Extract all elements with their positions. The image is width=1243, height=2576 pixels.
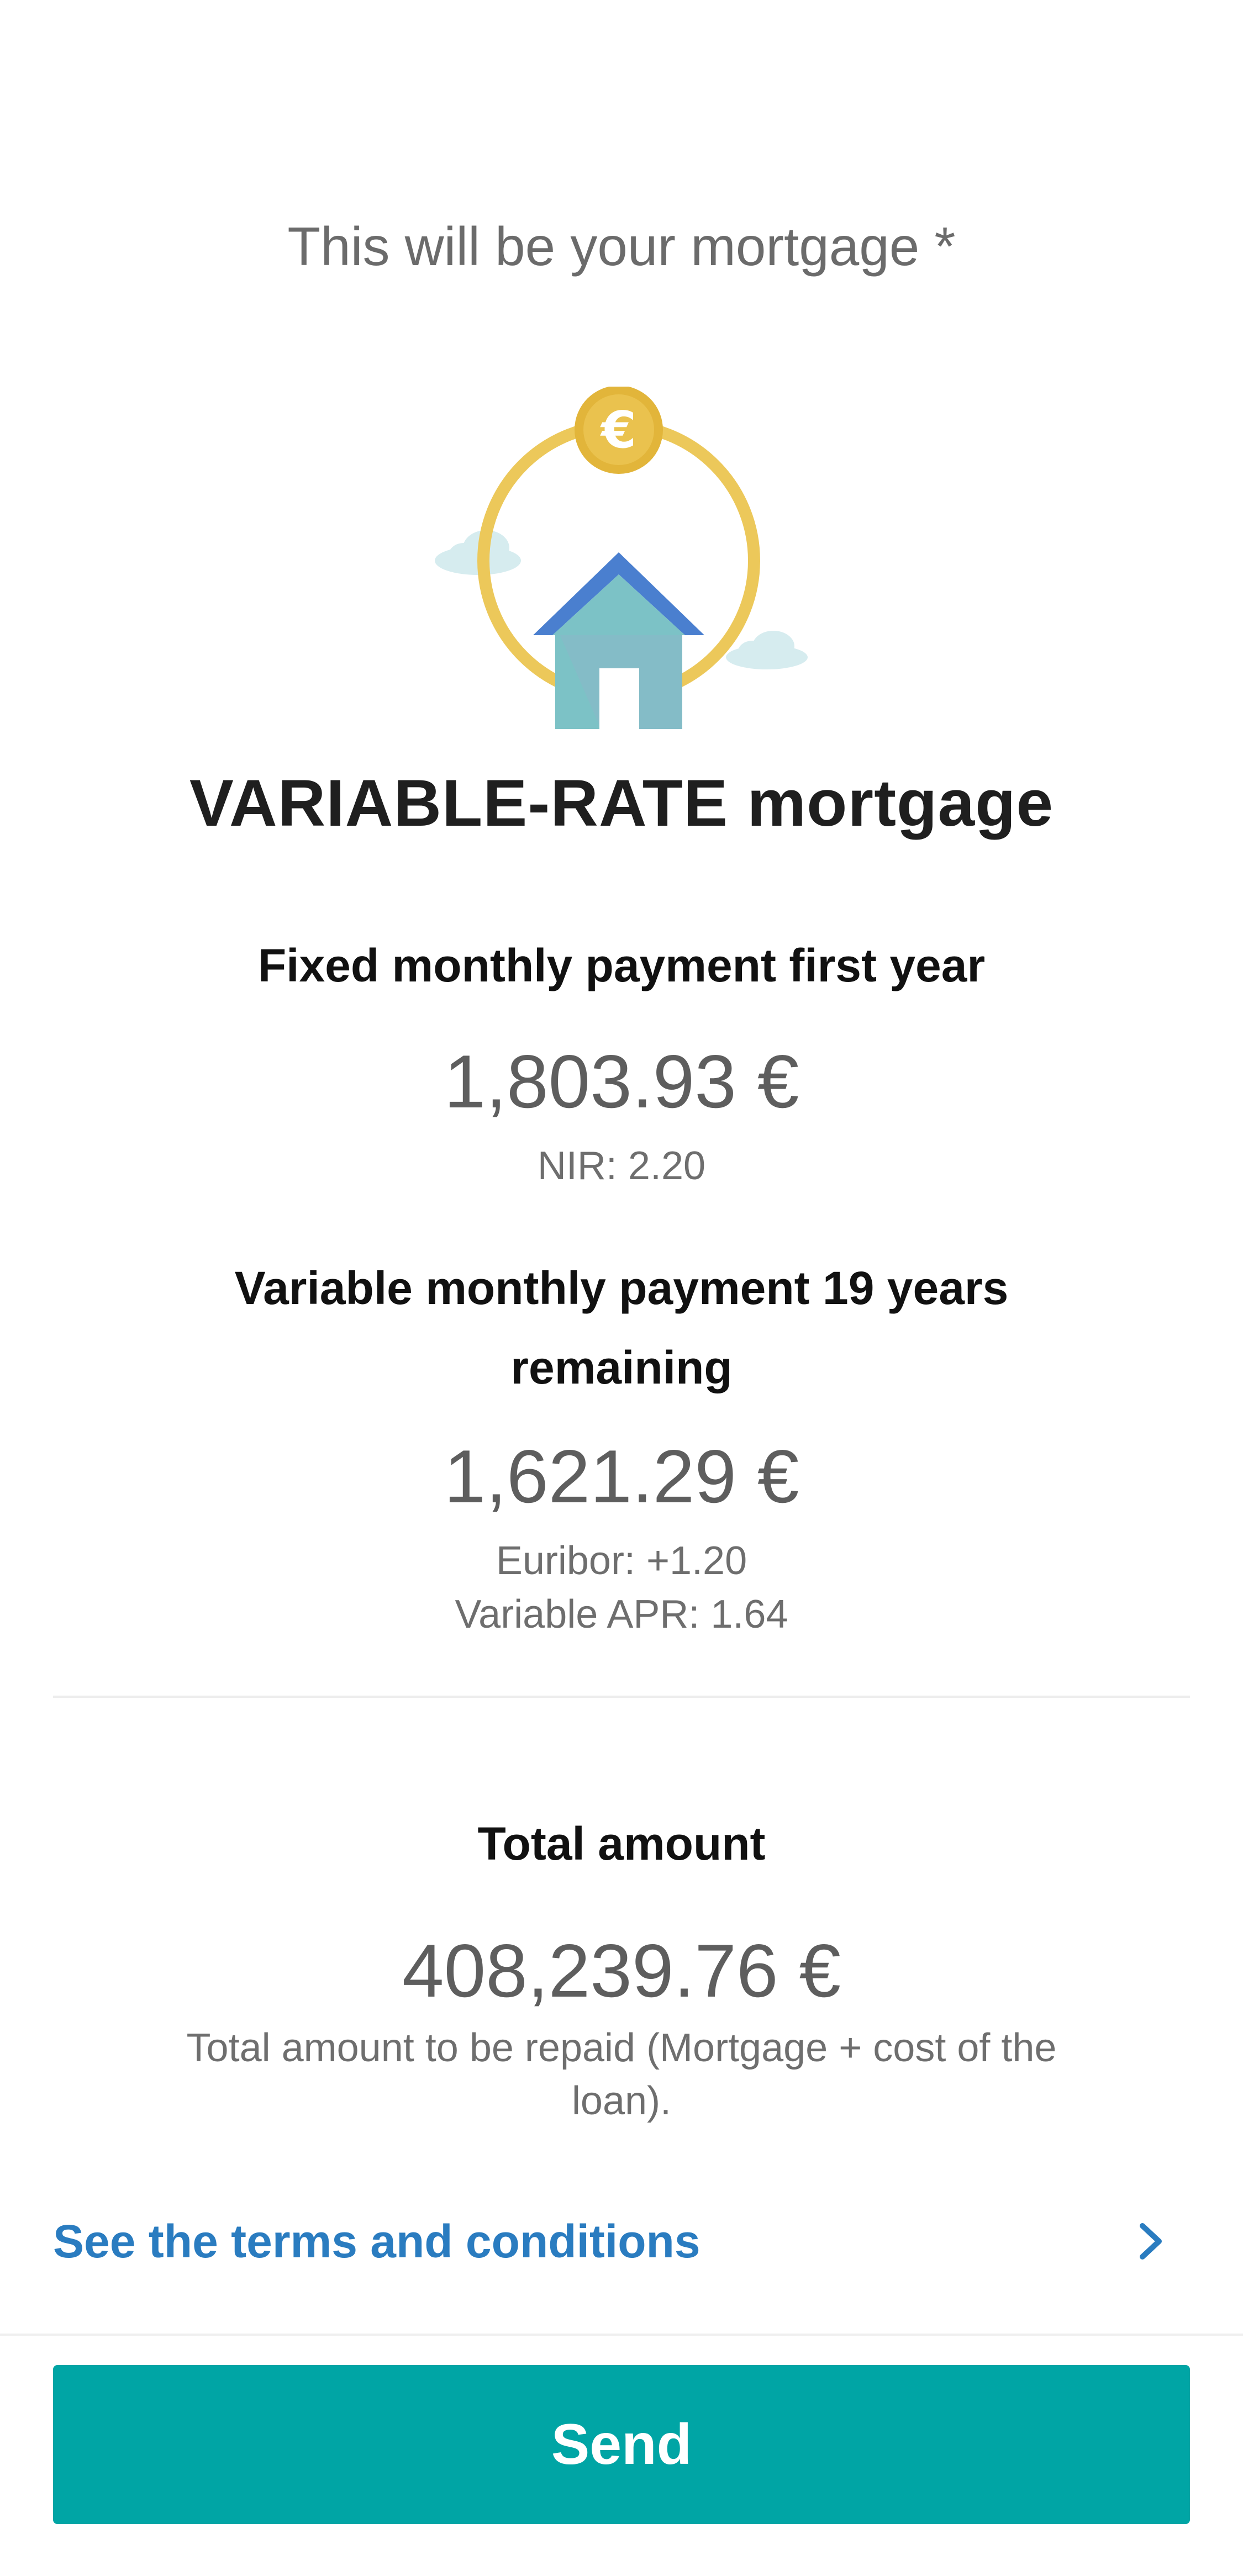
- coin-symbol: €: [600, 400, 636, 460]
- chevron-right-icon: [1140, 2223, 1162, 2260]
- euribor-value: Euribor: +1.20: [496, 1539, 747, 1583]
- total-amount-description: Total amount to be repaid (Mortgage + co…: [186, 2026, 1057, 2123]
- total-amount-heading: Total amount: [477, 1818, 766, 1870]
- terms-link-label: See the terms and conditions: [53, 2215, 700, 2267]
- total-amount-value: 408,239.76 €: [402, 1929, 841, 2013]
- house-coin-icon: €: [435, 386, 808, 732]
- mortgage-type-title: VARIABLE-RATE mortgage: [189, 766, 1054, 840]
- house-coin-illustration: €: [425, 386, 823, 732]
- terms-and-conditions-link[interactable]: See the terms and conditions: [53, 2204, 1190, 2287]
- footer-divider: [0, 2334, 1243, 2336]
- variable-payment-amount: 1,621.29 €: [444, 1434, 799, 1518]
- house-icon: [533, 552, 704, 732]
- send-button[interactable]: Send: [53, 2365, 1190, 2524]
- euro-coin-icon: €: [575, 386, 663, 474]
- variable-payment-heading: Variable monthly payment 19 years remain…: [234, 1262, 1009, 1393]
- mortgage-summary-screen: This will be your mortgage * € VARIABLE-…: [0, 0, 1243, 2576]
- fixed-payment-heading: Fixed monthly payment first year: [257, 939, 986, 991]
- page-subtitle: This will be your mortgage *: [287, 216, 956, 277]
- cloud-right-icon: [726, 631, 808, 669]
- nir-value: NIR: 2.20: [537, 1144, 706, 1188]
- fixed-payment-amount: 1,803.93 €: [444, 1039, 799, 1123]
- section-divider: [53, 1696, 1190, 1698]
- variable-apr-value: Variable APR: 1.64: [455, 1592, 788, 1637]
